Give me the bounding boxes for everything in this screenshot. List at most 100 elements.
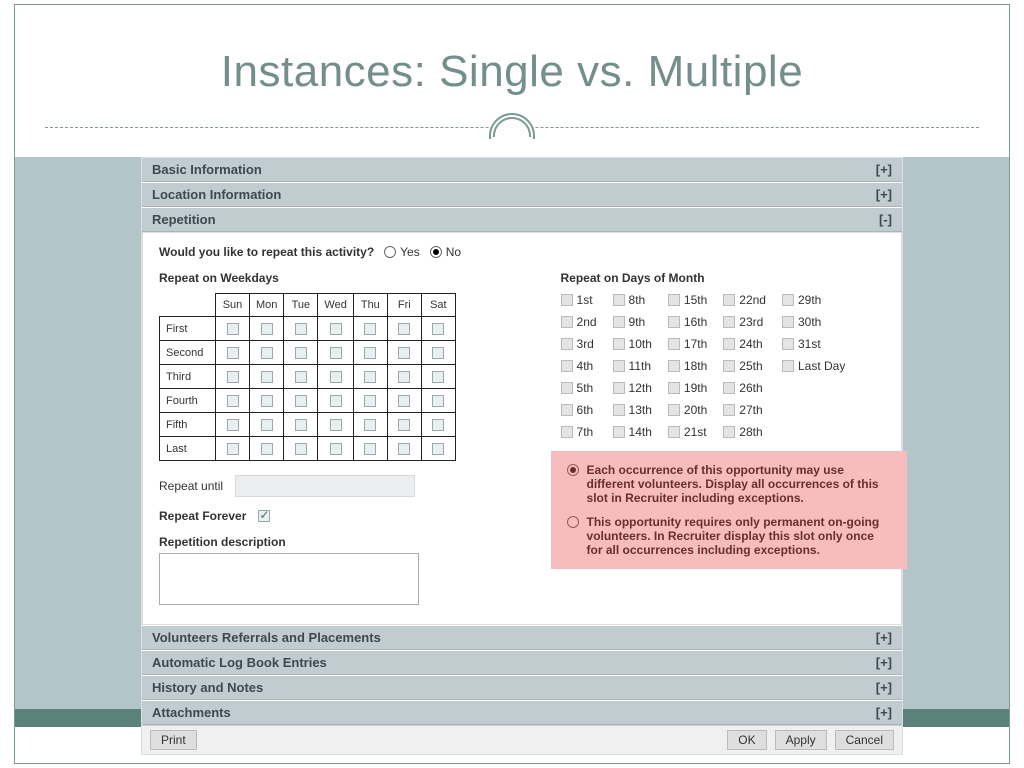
ok-button[interactable]: OK xyxy=(727,730,766,750)
weekday-checkbox[interactable] xyxy=(227,395,239,407)
day-checkbox[interactable] xyxy=(668,294,680,306)
accordion-logbook[interactable]: Automatic Log Book Entries [+] xyxy=(142,650,902,675)
weekday-checkbox[interactable] xyxy=(227,371,239,383)
day-checkbox[interactable] xyxy=(723,316,735,328)
accordion-repetition[interactable]: Repetition [-] xyxy=(142,207,902,232)
accordion-volunteers[interactable]: Volunteers Referrals and Placements [+] xyxy=(142,625,902,650)
weekday-checkbox[interactable] xyxy=(295,395,307,407)
weekday-checkbox[interactable] xyxy=(261,371,273,383)
day-checkbox[interactable] xyxy=(613,294,625,306)
day-of-month-item[interactable]: 31st xyxy=(782,337,845,351)
accordion-basic-info[interactable]: Basic Information [+] xyxy=(142,158,902,182)
repeat-forever-checkbox[interactable] xyxy=(258,510,270,522)
accordion-attachments[interactable]: Attachments [+] xyxy=(142,700,902,725)
day-checkbox[interactable] xyxy=(561,316,573,328)
accordion-location-info[interactable]: Location Information [+] xyxy=(142,182,902,207)
day-checkbox[interactable] xyxy=(668,426,680,438)
day-of-month-item[interactable]: 21st xyxy=(668,425,707,439)
day-of-month-item[interactable]: 30th xyxy=(782,315,845,329)
weekday-checkbox[interactable] xyxy=(330,323,342,335)
day-of-month-item[interactable]: 17th xyxy=(668,337,707,351)
day-checkbox[interactable] xyxy=(613,426,625,438)
day-of-month-item[interactable]: 28th xyxy=(723,425,766,439)
weekday-checkbox[interactable] xyxy=(432,419,444,431)
day-checkbox[interactable] xyxy=(723,338,735,350)
day-checkbox[interactable] xyxy=(782,294,794,306)
weekday-checkbox[interactable] xyxy=(330,371,342,383)
repeat-no-radio[interactable]: No xyxy=(430,245,461,259)
cancel-button[interactable]: Cancel xyxy=(835,730,894,750)
day-of-month-item[interactable]: 14th xyxy=(613,425,652,439)
day-of-month-item[interactable]: Last Day xyxy=(782,359,845,373)
day-checkbox[interactable] xyxy=(723,360,735,372)
weekday-checkbox[interactable] xyxy=(261,443,273,455)
day-of-month-item[interactable]: 9th xyxy=(613,315,652,329)
weekday-checkbox[interactable] xyxy=(295,371,307,383)
day-checkbox[interactable] xyxy=(561,360,573,372)
weekday-checkbox[interactable] xyxy=(398,443,410,455)
weekday-checkbox[interactable] xyxy=(432,323,444,335)
weekday-checkbox[interactable] xyxy=(330,443,342,455)
weekday-checkbox[interactable] xyxy=(295,443,307,455)
day-of-month-item[interactable]: 2nd xyxy=(561,315,597,329)
weekday-checkbox[interactable] xyxy=(364,443,376,455)
day-of-month-item[interactable]: 13th xyxy=(613,403,652,417)
occurrence-option-1[interactable]: Each occurrence of this opportunity may … xyxy=(567,463,892,505)
day-checkbox[interactable] xyxy=(668,338,680,350)
accordion-history[interactable]: History and Notes [+] xyxy=(142,675,902,700)
weekday-checkbox[interactable] xyxy=(432,443,444,455)
weekday-checkbox[interactable] xyxy=(330,347,342,359)
day-checkbox[interactable] xyxy=(561,338,573,350)
day-of-month-item[interactable]: 5th xyxy=(561,381,597,395)
day-checkbox[interactable] xyxy=(561,382,573,394)
weekday-checkbox[interactable] xyxy=(364,323,376,335)
day-checkbox[interactable] xyxy=(613,404,625,416)
day-checkbox[interactable] xyxy=(668,316,680,328)
day-of-month-item[interactable]: 27th xyxy=(723,403,766,417)
day-checkbox[interactable] xyxy=(723,426,735,438)
weekday-checkbox[interactable] xyxy=(227,347,239,359)
weekday-checkbox[interactable] xyxy=(364,395,376,407)
day-checkbox[interactable] xyxy=(782,360,794,372)
day-of-month-item[interactable]: 6th xyxy=(561,403,597,417)
day-checkbox[interactable] xyxy=(561,294,573,306)
weekday-checkbox[interactable] xyxy=(398,371,410,383)
weekday-checkbox[interactable] xyxy=(261,395,273,407)
repetition-desc-input[interactable] xyxy=(159,553,419,605)
day-checkbox[interactable] xyxy=(723,404,735,416)
day-of-month-item[interactable]: 15th xyxy=(668,293,707,307)
weekday-checkbox[interactable] xyxy=(398,347,410,359)
print-button[interactable]: Print xyxy=(150,730,197,750)
day-of-month-item[interactable]: 10th xyxy=(613,337,652,351)
repeat-yes-radio[interactable]: Yes xyxy=(384,245,420,259)
day-checkbox[interactable] xyxy=(668,360,680,372)
weekday-checkbox[interactable] xyxy=(398,323,410,335)
weekday-checkbox[interactable] xyxy=(261,419,273,431)
weekday-checkbox[interactable] xyxy=(398,395,410,407)
day-checkbox[interactable] xyxy=(782,338,794,350)
weekday-checkbox[interactable] xyxy=(295,347,307,359)
weekday-checkbox[interactable] xyxy=(227,419,239,431)
weekday-checkbox[interactable] xyxy=(295,323,307,335)
day-of-month-item[interactable]: 19th xyxy=(668,381,707,395)
day-checkbox[interactable] xyxy=(561,426,573,438)
day-checkbox[interactable] xyxy=(613,316,625,328)
weekday-checkbox[interactable] xyxy=(432,347,444,359)
weekday-checkbox[interactable] xyxy=(398,419,410,431)
day-of-month-item[interactable]: 4th xyxy=(561,359,597,373)
weekday-checkbox[interactable] xyxy=(432,395,444,407)
day-of-month-item[interactable]: 23rd xyxy=(723,315,766,329)
repeat-until-input[interactable] xyxy=(235,475,415,497)
day-of-month-item[interactable]: 1st xyxy=(561,293,597,307)
weekday-checkbox[interactable] xyxy=(330,395,342,407)
apply-button[interactable]: Apply xyxy=(775,730,827,750)
day-of-month-item[interactable]: 8th xyxy=(613,293,652,307)
day-of-month-item[interactable]: 7th xyxy=(561,425,597,439)
weekday-checkbox[interactable] xyxy=(364,371,376,383)
day-checkbox[interactable] xyxy=(782,316,794,328)
day-checkbox[interactable] xyxy=(613,338,625,350)
weekday-checkbox[interactable] xyxy=(295,419,307,431)
day-of-month-item[interactable]: 26th xyxy=(723,381,766,395)
day-checkbox[interactable] xyxy=(723,294,735,306)
day-of-month-item[interactable]: 24th xyxy=(723,337,766,351)
